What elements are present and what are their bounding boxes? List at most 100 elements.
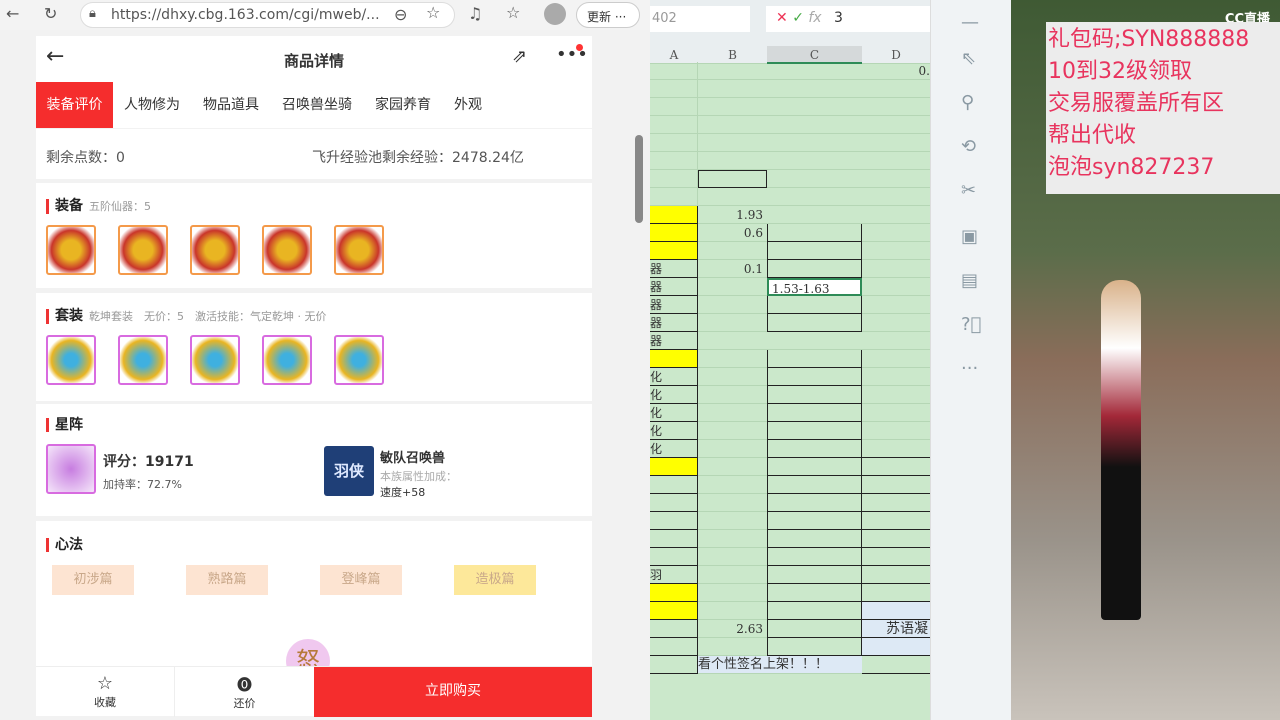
cell-a[interactable] bbox=[650, 638, 698, 656]
cell-b[interactable] bbox=[698, 80, 767, 98]
cell-d[interactable] bbox=[862, 548, 930, 566]
back-icon[interactable]: ← bbox=[6, 4, 19, 23]
cell-c[interactable] bbox=[767, 386, 862, 404]
favorites-icon[interactable]: ☆ bbox=[506, 3, 520, 22]
cell-b[interactable] bbox=[698, 584, 767, 602]
cell-c[interactable] bbox=[767, 584, 862, 602]
cell-c[interactable] bbox=[767, 152, 862, 170]
cell-a[interactable] bbox=[650, 116, 698, 134]
minimize-icon[interactable]: — bbox=[961, 12, 979, 33]
cell-a[interactable]: 化 bbox=[650, 422, 698, 440]
favorite-button[interactable]: ☆ 收藏 bbox=[36, 667, 174, 717]
reload-icon[interactable]: ↻ bbox=[44, 4, 57, 23]
cell-c[interactable] bbox=[767, 80, 862, 98]
formula-bar[interactable]: ✕ ✓ fx 3 bbox=[766, 6, 930, 32]
xinfa-level-4[interactable]: 造极篇 bbox=[454, 565, 536, 595]
xinfa-level-1[interactable]: 初涉篇 bbox=[52, 565, 134, 595]
cell-d[interactable] bbox=[862, 242, 930, 260]
cell-d[interactable] bbox=[862, 584, 930, 602]
cell-a[interactable] bbox=[650, 62, 698, 80]
weapon-item-icon[interactable] bbox=[190, 225, 240, 275]
cell-a[interactable]: 器 bbox=[650, 260, 698, 278]
cell-a[interactable] bbox=[650, 224, 698, 242]
cell-b[interactable] bbox=[698, 386, 767, 404]
cell-a[interactable] bbox=[650, 476, 698, 494]
cell-b[interactable] bbox=[698, 98, 767, 116]
cell-b[interactable] bbox=[698, 62, 767, 80]
cell-a[interactable] bbox=[650, 134, 698, 152]
cell-b[interactable] bbox=[698, 242, 767, 260]
cell-a[interactable]: 化 bbox=[650, 386, 698, 404]
cell-d[interactable] bbox=[862, 98, 930, 116]
cell-a[interactable]: 化 bbox=[650, 368, 698, 386]
cell-c[interactable] bbox=[767, 206, 862, 224]
cell-b[interactable] bbox=[698, 404, 767, 422]
cell-d[interactable] bbox=[862, 602, 930, 620]
cell-b[interactable] bbox=[698, 332, 767, 350]
cell-b[interactable] bbox=[698, 296, 767, 314]
cell-a[interactable]: 器 bbox=[650, 278, 698, 296]
cell-c[interactable] bbox=[767, 188, 862, 206]
cell-d[interactable] bbox=[862, 530, 930, 548]
star-crystal-icon[interactable] bbox=[46, 444, 96, 494]
cell-d[interactable] bbox=[862, 656, 930, 674]
tab-items[interactable]: 物品道具 bbox=[203, 82, 259, 128]
name-box[interactable]: 402 bbox=[650, 6, 750, 32]
cell-b[interactable] bbox=[698, 440, 767, 458]
cell-d[interactable] bbox=[862, 350, 930, 368]
confirm-icon[interactable]: ✓ bbox=[792, 10, 804, 26]
cell-b[interactable] bbox=[698, 314, 767, 332]
cell-a[interactable] bbox=[650, 152, 698, 170]
cursor-icon[interactable]: ⇖ bbox=[961, 48, 976, 69]
cell-c[interactable] bbox=[767, 602, 862, 620]
cell-c[interactable] bbox=[767, 512, 862, 530]
tab-character[interactable]: 人物修为 bbox=[124, 82, 180, 128]
cell-a[interactable]: 器 bbox=[650, 296, 698, 314]
update-button[interactable]: 更新 ··· bbox=[576, 2, 640, 28]
cell-a[interactable]: 器 bbox=[650, 332, 698, 350]
cell-b[interactable] bbox=[698, 494, 767, 512]
bargain-button[interactable]: ⓿ 还价 bbox=[174, 667, 314, 717]
cell-b[interactable]: 2.63 bbox=[698, 620, 767, 638]
cell-a[interactable] bbox=[650, 584, 698, 602]
cell-b[interactable] bbox=[698, 134, 767, 152]
cell-a[interactable] bbox=[650, 350, 698, 368]
cell-d[interactable] bbox=[862, 386, 930, 404]
cell-b[interactable] bbox=[698, 548, 767, 566]
more-icon[interactable]: ••• bbox=[556, 44, 588, 65]
cell-d[interactable] bbox=[862, 458, 930, 476]
xinfa-center-node[interactable]: 怒 bbox=[286, 639, 330, 666]
cell-b[interactable] bbox=[698, 188, 767, 206]
cell-a[interactable]: 器 bbox=[650, 314, 698, 332]
cell-c[interactable] bbox=[767, 242, 862, 260]
cell-b[interactable] bbox=[698, 602, 767, 620]
cell-c[interactable] bbox=[767, 350, 862, 368]
cell-b[interactable] bbox=[698, 170, 767, 188]
cell-c[interactable]: 1.53-1.63 bbox=[767, 278, 862, 296]
cell-b[interactable] bbox=[698, 566, 767, 584]
cancel-icon[interactable]: ✕ bbox=[776, 10, 788, 26]
cell-c[interactable] bbox=[767, 404, 862, 422]
cell-a[interactable]: 化 bbox=[650, 404, 698, 422]
cell-a[interactable] bbox=[650, 494, 698, 512]
cell-c[interactable] bbox=[767, 476, 862, 494]
cell-a[interactable] bbox=[650, 548, 698, 566]
cell-d[interactable] bbox=[862, 188, 930, 206]
belt-item-icon[interactable] bbox=[262, 335, 312, 385]
cell-c[interactable] bbox=[767, 638, 862, 656]
cell-b[interactable]: 1.93 bbox=[698, 206, 767, 224]
cell-d[interactable] bbox=[862, 368, 930, 386]
cell-a[interactable] bbox=[650, 512, 698, 530]
tool-icon[interactable]: ✂ bbox=[961, 180, 976, 201]
cell-d[interactable] bbox=[862, 152, 930, 170]
cell-b[interactable] bbox=[698, 458, 767, 476]
cell-c[interactable] bbox=[767, 98, 862, 116]
cell-b[interactable] bbox=[698, 368, 767, 386]
cell-d[interactable] bbox=[862, 278, 930, 296]
cell-d[interactable] bbox=[862, 566, 930, 584]
cell-b[interactable]: 看个性签名上架！！！ bbox=[698, 656, 862, 674]
cell-c[interactable] bbox=[767, 368, 862, 386]
cell-c[interactable] bbox=[767, 422, 862, 440]
shoes-item-icon[interactable] bbox=[334, 225, 384, 275]
cell-c[interactable] bbox=[767, 458, 862, 476]
